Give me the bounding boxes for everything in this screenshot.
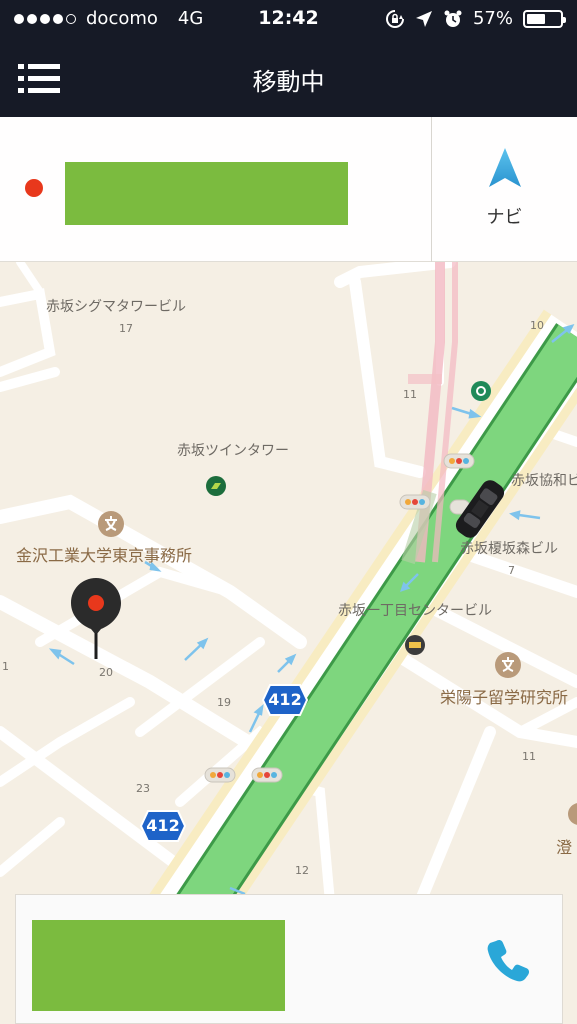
map-label-eiyoko: 栄陽子留学研究所 <box>440 688 569 707</box>
block-number: 19 <box>217 696 231 709</box>
block-number: 20 <box>99 666 113 679</box>
map-label-kyowa: 赤坂協和ビ <box>511 473 577 489</box>
map-label-center: 赤坂一丁目センタービル <box>338 603 492 619</box>
block-number: 10 <box>530 319 544 332</box>
destination-address-redacted <box>65 162 348 225</box>
map-label-sumi: 澄 <box>556 838 573 857</box>
taxi-car-icon <box>455 480 505 538</box>
navi-label: ナビ <box>486 207 523 228</box>
battery-icon <box>523 9 566 28</box>
block-number: 7 <box>508 564 515 577</box>
map-label-twin: 赤坂ツインタワー <box>177 443 289 459</box>
route-number-1: 412 <box>268 690 302 709</box>
block-number: 1 <box>2 660 9 673</box>
driver-card <box>15 894 563 1024</box>
map-label-enoki: 赤坂榎坂森ビル <box>460 541 558 557</box>
block-number: 17 <box>119 322 133 335</box>
school-icon <box>98 511 124 537</box>
driver-info-redacted <box>32 920 285 1011</box>
route-number-2: 412 <box>146 816 180 835</box>
location-arrow-icon <box>415 10 432 27</box>
destination-card: ナビ <box>0 117 577 262</box>
battery-percent: 57% <box>472 8 513 29</box>
phone-icon[interactable] <box>486 935 530 983</box>
block-number: 12 <box>295 864 309 877</box>
block-number: 23 <box>136 782 150 795</box>
nav-bar: 移動中 <box>0 40 577 117</box>
poi-icon <box>568 803 577 825</box>
pickup-pin-icon <box>71 578 121 659</box>
shop-icon <box>405 635 425 655</box>
navi-button[interactable]: ナビ <box>431 117 577 262</box>
bank-icon <box>206 476 226 496</box>
school-icon-2 <box>495 652 521 678</box>
map-label-kanazawa: 金沢工業大学東京事務所 <box>16 546 193 565</box>
block-number: 11 <box>522 750 536 763</box>
top-bar: docomo 4G 12:42 57% 移動中 <box>0 0 577 117</box>
block-number: 11 <box>403 388 417 401</box>
map-label-sigma: 赤坂シグマタワービル <box>46 299 186 315</box>
alarm-icon <box>444 10 462 27</box>
destination-marker-icon <box>25 179 43 197</box>
navigation-arrow-icon <box>489 148 521 187</box>
status-bar: docomo 4G 12:42 57% <box>0 0 577 40</box>
rotation-lock-icon <box>386 9 404 28</box>
cafe-icon <box>471 381 491 401</box>
page-title: 移動中 <box>252 68 325 96</box>
